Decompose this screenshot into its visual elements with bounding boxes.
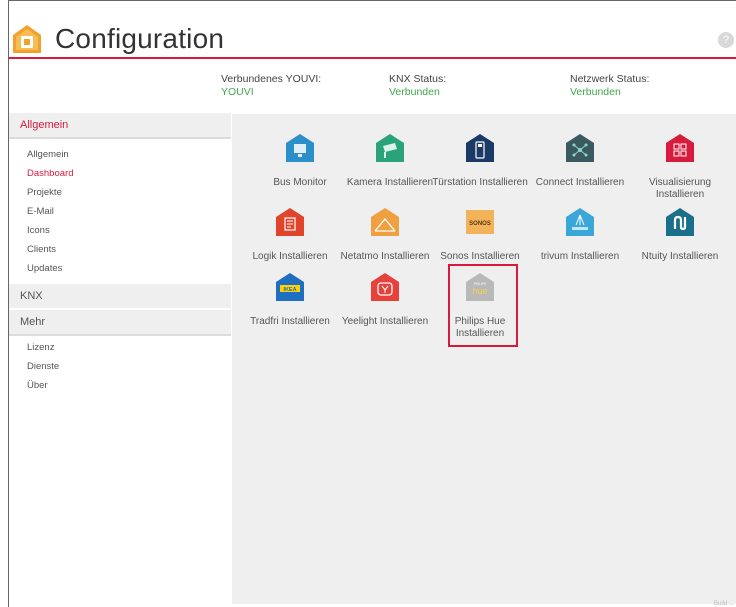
help-icon[interactable]: ?: [718, 32, 734, 48]
status-youvi: Verbundenes YOUVI: YOUVI: [221, 73, 321, 99]
tile-bus-monitor[interactable]: Bus Monitor: [252, 133, 348, 189]
tile-yeelight[interactable]: Yeelight Installieren: [337, 272, 433, 328]
tile-label: trivum Installieren: [540, 251, 620, 262]
app-logo-icon: [13, 25, 41, 53]
tile-sonos[interactable]: SONOS Sonos Installieren: [432, 207, 528, 263]
camera-icon: [376, 134, 404, 162]
sidebar-item-updates[interactable]: Updates: [9, 259, 231, 278]
tile-label: Tradfri Installieren: [250, 316, 330, 327]
tile-tradfri[interactable]: IKEA Tradfri Installieren: [242, 272, 338, 328]
tile-label: Sonos Installieren: [440, 251, 520, 262]
yeelight-icon: [371, 273, 399, 301]
tile-label: Kamera Installieren: [346, 177, 434, 188]
sidebar-section-mehr[interactable]: Mehr: [9, 310, 231, 334]
header: Configuration ?: [9, 1, 736, 57]
tile-label: Visualisierung Installieren: [648, 177, 712, 200]
tile-ntuity[interactable]: Ntuity Installieren: [632, 207, 728, 263]
sidebar-item-email[interactable]: E-Mail: [9, 202, 231, 221]
tile-kamera[interactable]: Kamera Installieren: [342, 133, 438, 189]
tile-visualisierung[interactable]: Visualisierung Installieren: [632, 133, 728, 201]
ntuity-icon: [666, 208, 694, 236]
sidebar-item-icons[interactable]: Icons: [9, 221, 231, 240]
sidebar-item-dashboard[interactable]: Dashboard: [9, 164, 231, 183]
sidebar-item-clients[interactable]: Clients: [9, 240, 231, 259]
tile-tuerstation[interactable]: Türstation Installieren: [432, 133, 528, 189]
sidebar-item-allgemein[interactable]: Allgemein: [9, 145, 231, 164]
svg-text:SONOS: SONOS: [469, 221, 491, 227]
door-station-icon: [466, 134, 494, 162]
page-title: Configuration: [55, 23, 225, 54]
ikea-tradfri-icon: IKEA: [276, 273, 304, 301]
status-knx: KNX Status: Verbunden: [389, 73, 446, 99]
sonos-icon: SONOS: [466, 210, 494, 234]
trivum-icon: [566, 208, 594, 236]
status-network: Netzwerk Status: Verbunden: [570, 73, 649, 99]
visualization-icon: [666, 134, 694, 162]
sidebar-item-lizenz[interactable]: Lizenz: [9, 338, 231, 357]
tile-netatmo[interactable]: Netatmo Installieren: [337, 207, 433, 263]
status-value: Verbunden: [389, 86, 440, 98]
sidebar: Allgemein Allgemein Dashboard Projekte E…: [9, 113, 231, 395]
status-value: YOUVI: [221, 86, 254, 98]
netatmo-icon: [371, 208, 399, 236]
logic-icon: [276, 208, 304, 236]
status-label: KNX Status:: [389, 73, 447, 85]
tile-trivum[interactable]: trivum Installieren: [532, 207, 628, 263]
sidebar-section-knx[interactable]: KNX: [9, 284, 231, 308]
tile-label: Connect Installieren: [535, 177, 625, 188]
tile-logik[interactable]: Logik Installieren: [242, 207, 338, 263]
tile-label: Ntuity Installieren: [641, 251, 719, 262]
status-label: Verbundenes YOUVI:: [221, 73, 322, 85]
svg-text:IKEA: IKEA: [283, 287, 296, 293]
tile-label: Bus Monitor: [273, 177, 327, 188]
tile-label: Türstation Installieren: [432, 177, 528, 188]
tile-label: Netatmo Installieren: [340, 251, 430, 262]
footer-build: Build ...: [713, 601, 734, 607]
tile-connect[interactable]: Connect Installieren: [532, 133, 628, 189]
sidebar-item-dienste[interactable]: Dienste: [9, 357, 231, 376]
status-label: Netzwerk Status:: [570, 73, 650, 85]
sidebar-item-ueber[interactable]: Über: [9, 376, 231, 395]
selection-highlight: [448, 264, 518, 347]
status-value: Verbunden: [570, 86, 621, 98]
tile-label: Logik Installieren: [252, 251, 328, 262]
header-accent-line: [9, 57, 736, 59]
sidebar-section-allgemein[interactable]: Allgemein: [9, 113, 231, 137]
dashboard-content: Bus Monitor Kamera Installieren Türstati…: [232, 114, 736, 604]
tile-label: Yeelight Installieren: [341, 316, 429, 327]
bus-monitor-icon: [286, 134, 314, 162]
connect-icon: [566, 134, 594, 162]
sidebar-item-projekte[interactable]: Projekte: [9, 183, 231, 202]
